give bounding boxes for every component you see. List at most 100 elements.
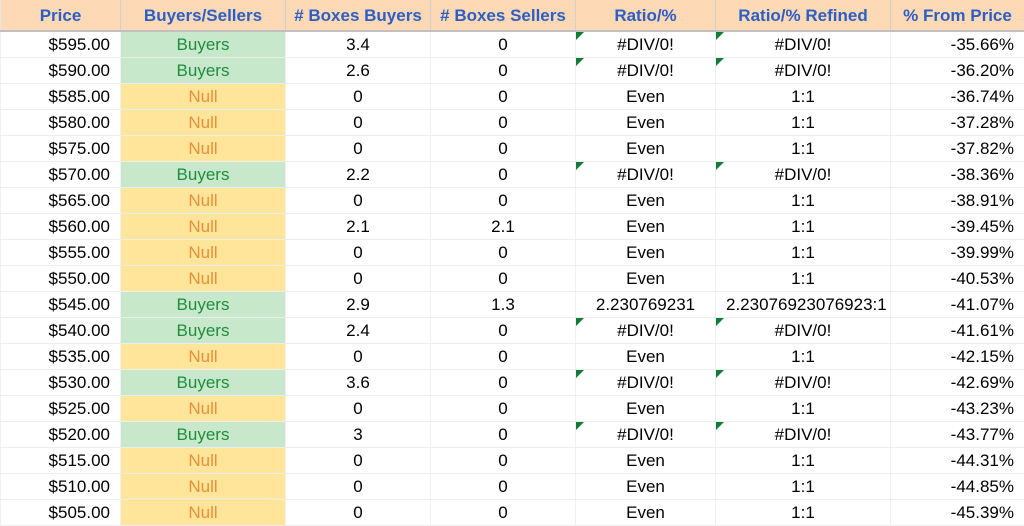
cell-ratio[interactable]: #DIV/0!: [576, 31, 716, 58]
cell-price[interactable]: $560.00: [1, 214, 121, 240]
cell-from-price[interactable]: -36.20%: [891, 58, 1024, 84]
cell-buyers-sellers[interactable]: Null: [121, 136, 286, 162]
cell-ratio-refined[interactable]: 1:1: [716, 344, 891, 370]
table-row[interactable]: $520.00Buyers30#DIV/0!#DIV/0!-43.77%: [1, 422, 1024, 448]
table-row[interactable]: $525.00Null00Even1:1-43.23%: [1, 396, 1024, 422]
cell-boxes-sellers[interactable]: 1.3: [431, 292, 576, 318]
cell-ratio-refined[interactable]: 1:1: [716, 240, 891, 266]
cell-from-price[interactable]: -43.23%: [891, 396, 1024, 422]
cell-boxes-buyers[interactable]: 3: [286, 422, 431, 448]
cell-from-price[interactable]: -41.07%: [891, 292, 1024, 318]
cell-from-price[interactable]: -35.66%: [891, 31, 1024, 58]
cell-ratio-refined[interactable]: 1:1: [716, 188, 891, 214]
cell-ratio[interactable]: #DIV/0!: [576, 370, 716, 396]
cell-buyers-sellers[interactable]: Buyers: [121, 292, 286, 318]
cell-buyers-sellers[interactable]: Null: [121, 396, 286, 422]
cell-price[interactable]: $595.00: [1, 31, 121, 58]
cell-buyers-sellers[interactable]: Null: [121, 188, 286, 214]
cell-ratio[interactable]: #DIV/0!: [576, 58, 716, 84]
cell-price[interactable]: $590.00: [1, 58, 121, 84]
cell-ratio-refined[interactable]: 1:1: [716, 214, 891, 240]
col-header-boxes-sellers[interactable]: # Boxes Sellers: [431, 0, 576, 31]
cell-boxes-sellers[interactable]: 0: [431, 136, 576, 162]
cell-boxes-buyers[interactable]: 0: [286, 474, 431, 500]
cell-boxes-sellers[interactable]: 0: [431, 110, 576, 136]
cell-from-price[interactable]: -38.91%: [891, 188, 1024, 214]
cell-from-price[interactable]: -39.45%: [891, 214, 1024, 240]
cell-price[interactable]: $555.00: [1, 240, 121, 266]
cell-ratio[interactable]: Even: [576, 214, 716, 240]
cell-boxes-buyers[interactable]: 0: [286, 344, 431, 370]
cell-ratio-refined[interactable]: 1:1: [716, 136, 891, 162]
cell-price[interactable]: $565.00: [1, 188, 121, 214]
cell-ratio[interactable]: Even: [576, 84, 716, 110]
table-row[interactable]: $540.00Buyers2.40#DIV/0!#DIV/0!-41.61%: [1, 318, 1024, 344]
table-row[interactable]: $555.00Null00Even1:1-39.99%: [1, 240, 1024, 266]
table-row[interactable]: $580.00Null00Even1:1-37.28%: [1, 110, 1024, 136]
table-row[interactable]: $535.00Null00Even1:1-42.15%: [1, 344, 1024, 370]
cell-ratio[interactable]: #DIV/0!: [576, 318, 716, 344]
cell-price[interactable]: $525.00: [1, 396, 121, 422]
cell-ratio[interactable]: Even: [576, 240, 716, 266]
cell-ratio-refined[interactable]: 1:1: [716, 266, 891, 292]
col-header-boxes-buyers[interactable]: # Boxes Buyers: [286, 0, 431, 31]
cell-ratio[interactable]: #DIV/0!: [576, 162, 716, 188]
cell-boxes-buyers[interactable]: 3.6: [286, 370, 431, 396]
cell-ratio[interactable]: #DIV/0!: [576, 422, 716, 448]
cell-boxes-sellers[interactable]: 0: [431, 31, 576, 58]
table-row[interactable]: $510.00Null00Even1:1-44.85%: [1, 474, 1024, 500]
cell-ratio-refined[interactable]: #DIV/0!: [716, 31, 891, 58]
cell-buyers-sellers[interactable]: Null: [121, 448, 286, 474]
cell-price[interactable]: $515.00: [1, 448, 121, 474]
cell-ratio[interactable]: Even: [576, 474, 716, 500]
cell-ratio-refined[interactable]: #DIV/0!: [716, 162, 891, 188]
cell-from-price[interactable]: -37.82%: [891, 136, 1024, 162]
cell-boxes-buyers[interactable]: 0: [286, 136, 431, 162]
cell-ratio-refined[interactable]: #DIV/0!: [716, 422, 891, 448]
table-row[interactable]: $515.00Null00Even1:1-44.31%: [1, 448, 1024, 474]
cell-price[interactable]: $510.00: [1, 474, 121, 500]
table-row[interactable]: $550.00Null00Even1:1-40.53%: [1, 266, 1024, 292]
cell-buyers-sellers[interactable]: Buyers: [121, 370, 286, 396]
cell-boxes-sellers[interactable]: 0: [431, 370, 576, 396]
cell-price[interactable]: $575.00: [1, 136, 121, 162]
cell-boxes-sellers[interactable]: 0: [431, 344, 576, 370]
cell-boxes-buyers[interactable]: 2.2: [286, 162, 431, 188]
table-row[interactable]: $575.00Null00Even1:1-37.82%: [1, 136, 1024, 162]
spreadsheet-table[interactable]: Price Buyers/Sellers # Boxes Buyers # Bo…: [0, 0, 1024, 526]
cell-ratio-refined[interactable]: 1:1: [716, 396, 891, 422]
cell-boxes-sellers[interactable]: 0: [431, 266, 576, 292]
cell-boxes-buyers[interactable]: 0: [286, 84, 431, 110]
table-row[interactable]: $530.00Buyers3.60#DIV/0!#DIV/0!-42.69%: [1, 370, 1024, 396]
cell-boxes-sellers[interactable]: 0: [431, 240, 576, 266]
cell-ratio-refined[interactable]: #DIV/0!: [716, 318, 891, 344]
cell-ratio-refined[interactable]: #DIV/0!: [716, 58, 891, 84]
cell-boxes-buyers[interactable]: 0: [286, 266, 431, 292]
cell-boxes-buyers[interactable]: 0: [286, 188, 431, 214]
cell-buyers-sellers[interactable]: Buyers: [121, 58, 286, 84]
cell-ratio-refined[interactable]: 1:1: [716, 110, 891, 136]
cell-boxes-sellers[interactable]: 0: [431, 162, 576, 188]
cell-buyers-sellers[interactable]: Null: [121, 214, 286, 240]
cell-boxes-sellers[interactable]: 0: [431, 58, 576, 84]
cell-boxes-sellers[interactable]: 0: [431, 188, 576, 214]
cell-ratio-refined[interactable]: #DIV/0!: [716, 370, 891, 396]
col-header-ratio[interactable]: Ratio/%: [576, 0, 716, 31]
cell-buyers-sellers[interactable]: Null: [121, 110, 286, 136]
cell-buyers-sellers[interactable]: Buyers: [121, 422, 286, 448]
cell-price[interactable]: $570.00: [1, 162, 121, 188]
cell-buyers-sellers[interactable]: Null: [121, 344, 286, 370]
cell-from-price[interactable]: -43.77%: [891, 422, 1024, 448]
cell-ratio[interactable]: Even: [576, 396, 716, 422]
cell-buyers-sellers[interactable]: Buyers: [121, 162, 286, 188]
cell-boxes-sellers[interactable]: 0: [431, 422, 576, 448]
cell-buyers-sellers[interactable]: Null: [121, 84, 286, 110]
cell-price[interactable]: $545.00: [1, 292, 121, 318]
table-row[interactable]: $595.00Buyers3.40#DIV/0!#DIV/0!-35.66%: [1, 31, 1024, 58]
table-row[interactable]: $565.00Null00Even1:1-38.91%: [1, 188, 1024, 214]
cell-price[interactable]: $550.00: [1, 266, 121, 292]
cell-from-price[interactable]: -40.53%: [891, 266, 1024, 292]
cell-from-price[interactable]: -44.85%: [891, 474, 1024, 500]
cell-boxes-buyers[interactable]: 2.1: [286, 214, 431, 240]
col-header-ratio-refined[interactable]: Ratio/% Refined: [716, 0, 891, 31]
